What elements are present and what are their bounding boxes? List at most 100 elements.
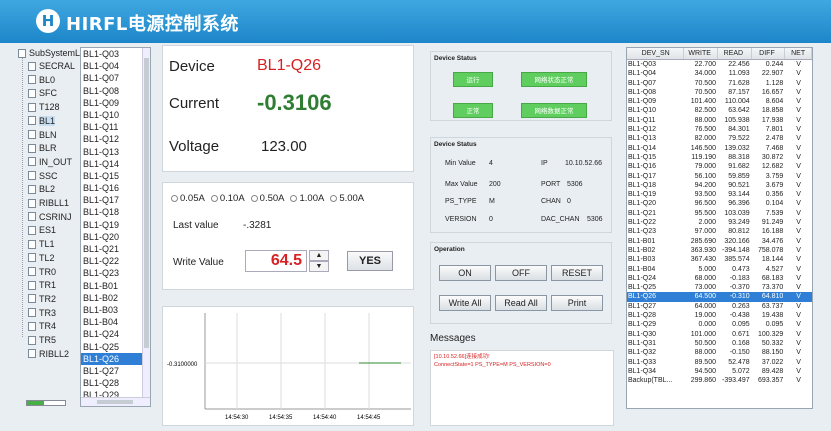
- table-row[interactable]: BL1-Q22 2.000 93.249 91.249 V: [627, 218, 812, 227]
- device-list-item[interactable]: BL1-Q21: [81, 243, 150, 255]
- table-row[interactable]: BL1-B02 363.930 -394.148 758.078 V: [627, 246, 812, 255]
- device-list-vscroll[interactable]: [142, 48, 150, 398]
- tree-item[interactable]: BLN: [28, 129, 57, 141]
- device-list-item[interactable]: BL1-Q22: [81, 255, 150, 267]
- device-list-item[interactable]: BL1-Q11: [81, 121, 150, 133]
- table-row[interactable]: BL1-Q16 79.000 91.682 12.682 V: [627, 162, 812, 171]
- tree-item[interactable]: SECRAL: [28, 60, 75, 72]
- table-row[interactable]: BL1-Q07 70.500 71.628 1.128 V: [627, 79, 812, 88]
- table-row[interactable]: BL1-Q11 88.000 105.938 17.938 V: [627, 116, 812, 125]
- off-button[interactable]: OFF: [495, 265, 547, 281]
- tree-item[interactable]: TR0: [28, 266, 56, 278]
- table-row[interactable]: BL1-Q08 70.500 87.157 16.657 V: [627, 88, 812, 97]
- device-list-item[interactable]: BL1-Q08: [81, 85, 150, 97]
- step-radio[interactable]: 0.05A: [171, 193, 205, 204]
- tree-root[interactable]: SubSystemL: [18, 47, 80, 59]
- table-row[interactable]: BL1-Q28 19.000 -0.438 19.438 V: [627, 311, 812, 320]
- table-row[interactable]: BL1-Q14 146.500 139.032 7.468 V: [627, 144, 812, 153]
- table-row[interactable]: BL1-Q27 64.000 0.263 63.737 V: [627, 302, 812, 311]
- status-netdata-button[interactable]: 网络数据正常: [521, 103, 587, 118]
- device-list-item[interactable]: BL1-Q13: [81, 146, 150, 158]
- table-row[interactable]: BL1-Q04 34.000 11.093 22.907 V: [627, 69, 812, 78]
- tree-item[interactable]: BLR: [28, 142, 57, 154]
- tree-item[interactable]: RIBLL2: [28, 348, 69, 360]
- spin-up-button[interactable]: ▲: [309, 250, 329, 261]
- tree-item[interactable]: SSC: [28, 170, 58, 182]
- table-row[interactable]: BL1-Q09 101.400 110.004 8.604 V: [627, 97, 812, 106]
- device-list-item[interactable]: BL1-Q24: [81, 328, 150, 340]
- write-all-button[interactable]: Write All: [439, 295, 491, 311]
- print-button[interactable]: Print: [551, 295, 603, 311]
- device-list-item[interactable]: BL1-Q23: [81, 267, 150, 279]
- device-list-item[interactable]: BL1-Q26: [81, 352, 150, 365]
- device-list-item[interactable]: BL1-Q15: [81, 170, 150, 182]
- device-list-item[interactable]: BL1-Q17: [81, 194, 150, 206]
- device-list-item[interactable]: BL1-Q16: [81, 182, 150, 194]
- column-header[interactable]: READ: [718, 48, 752, 59]
- device-list-item[interactable]: BL1-Q14: [81, 158, 150, 170]
- device-list-item[interactable]: BL1-Q25: [81, 341, 150, 353]
- tree-item[interactable]: IN_OUT: [28, 156, 72, 168]
- table-row[interactable]: BL1-Q21 95.500 103.039 7.539 V: [627, 209, 812, 218]
- table-row[interactable]: BL1-Q17 56.100 59.859 3.759 V: [627, 172, 812, 181]
- device-list[interactable]: BL1-Q03 BL1-Q04 BL1-Q07 BL1-Q08 BL1-Q09 BL1-Q…: [80, 47, 151, 407]
- write-value-input[interactable]: 64.5: [245, 250, 307, 272]
- table-row[interactable]: BL1-Q10 82.500 63.642 18.858 V: [627, 106, 812, 115]
- read-all-button[interactable]: Read All: [495, 295, 547, 311]
- table-row[interactable]: BL1-Q24 68.000 -0.183 68.183 V: [627, 274, 812, 283]
- step-radio[interactable]: 5.00A: [330, 193, 364, 204]
- tree-item[interactable]: ES1: [28, 224, 56, 236]
- column-header[interactable]: DIFF: [752, 48, 786, 59]
- device-list-item[interactable]: BL1-B03: [81, 304, 150, 316]
- device-list-item[interactable]: BL1-Q07: [81, 72, 150, 84]
- table-row[interactable]: BL1-Q20 96.500 96.396 0.104 V: [627, 199, 812, 208]
- table-row[interactable]: BL1-Q26 64.500 -0.310 64.810 V: [627, 292, 812, 302]
- tree-item[interactable]: TR2: [28, 293, 56, 305]
- step-radio[interactable]: 0.10A: [210, 193, 245, 204]
- subsystem-tree[interactable]: SubSystemL SECRAL BL0 SFC T128 BL1 BLN BLR IN_OU…: [18, 47, 80, 359]
- table-row[interactable]: BL1-B03 367.430 385.574 18.144 V: [627, 255, 812, 264]
- device-list-item[interactable]: BL1-Q18: [81, 206, 150, 218]
- column-header[interactable]: WRITE: [684, 48, 718, 59]
- table-row[interactable]: BL1-Q32 88.000 -0.150 88.150 V: [627, 348, 812, 357]
- table-row[interactable]: BL1-Q12 76.500 84.301 7.801 V: [627, 125, 812, 134]
- table-row[interactable]: BL1-Q18 94.200 90.521 3.679 V: [627, 181, 812, 190]
- spin-down-button[interactable]: ▼: [309, 261, 329, 272]
- device-list-item[interactable]: BL1-Q04: [81, 60, 150, 72]
- tree-item[interactable]: TR4: [28, 320, 56, 332]
- table-row[interactable]: BL1-B04 5.000 0.473 4.527 V: [627, 265, 812, 274]
- device-list-item[interactable]: BL1-Q28: [81, 377, 150, 389]
- device-list-item[interactable]: BL1-Q20: [81, 231, 150, 243]
- device-list-item[interactable]: BL1-Q19: [81, 219, 150, 231]
- tree-item[interactable]: SFC: [28, 87, 57, 99]
- status-run-button[interactable]: 运行: [453, 72, 493, 87]
- tree-item[interactable]: TL1: [28, 238, 55, 250]
- column-header[interactable]: NET: [785, 48, 812, 59]
- status-network-button[interactable]: 网络状态正常: [521, 72, 587, 87]
- tree-item[interactable]: RIBLL1: [28, 197, 69, 209]
- tree-item[interactable]: TR3: [28, 307, 56, 319]
- yes-button[interactable]: YES: [347, 251, 393, 271]
- table-row[interactable]: BL1-Q19 93.500 93.144 0.356 V: [627, 190, 812, 199]
- table-row[interactable]: BL1-Q15 119.190 88.318 30.872 V: [627, 153, 812, 162]
- tree-item[interactable]: BL1: [28, 115, 56, 127]
- tree-item[interactable]: CSRINJ: [28, 211, 72, 223]
- table-row[interactable]: BL1-Q31 50.500 0.168 50.332 V: [627, 339, 812, 348]
- device-table[interactable]: DEV_SN WRITE READ DIFF NET BL1-Q03 22.700 22.4…: [626, 47, 813, 409]
- device-list-item[interactable]: BL1-B02: [81, 292, 150, 304]
- tree-item[interactable]: BL2: [28, 183, 55, 195]
- reset-button[interactable]: RESET: [551, 265, 603, 281]
- device-list-item[interactable]: BL1-B01: [81, 280, 150, 292]
- device-list-hscroll[interactable]: [81, 397, 150, 406]
- table-row[interactable]: BL1-Q34 94.500 5.072 89.428 V: [627, 367, 812, 376]
- table-row[interactable]: BL1-Q23 97.000 80.812 16.188 V: [627, 227, 812, 236]
- tree-item[interactable]: TR1: [28, 279, 56, 291]
- device-list-item[interactable]: BL1-Q12: [81, 133, 150, 145]
- table-row[interactable]: BL1-Q25 73.000 -0.370 73.370 V: [627, 283, 812, 292]
- tree-item[interactable]: T128: [28, 101, 60, 113]
- table-row[interactable]: BL1-Q29 0.000 0.095 0.095 V: [627, 320, 812, 329]
- on-button[interactable]: ON: [439, 265, 491, 281]
- tree-item[interactable]: TR5: [28, 334, 56, 346]
- tree-item[interactable]: TL2: [28, 252, 55, 264]
- device-list-item[interactable]: BL1-Q27: [81, 365, 150, 377]
